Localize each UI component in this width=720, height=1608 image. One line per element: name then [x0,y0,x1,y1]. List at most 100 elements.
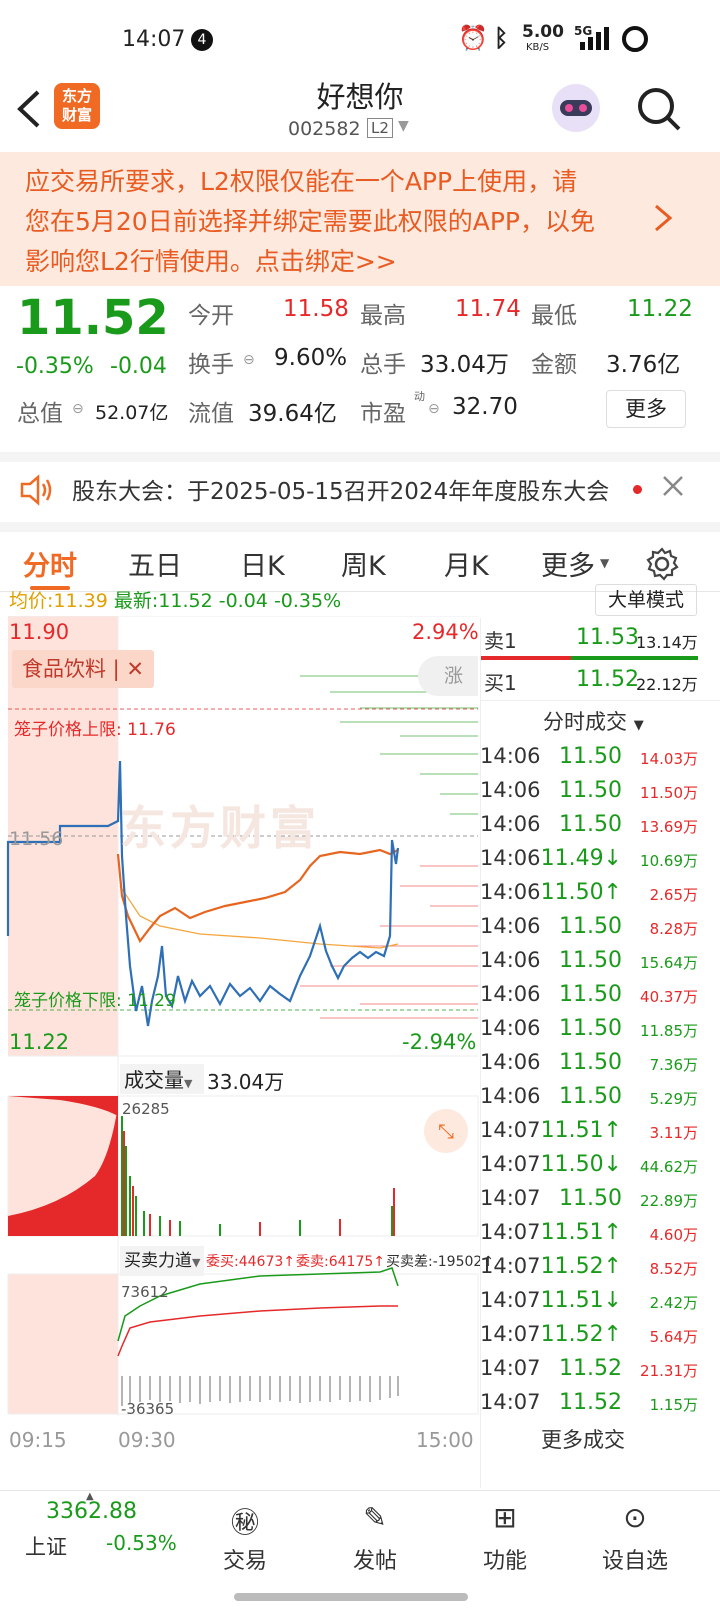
index-change[interactable]: -0.53% [106,1531,177,1555]
stock-name: 好想你 [316,80,404,114]
nav-functions[interactable]: ⊞ 功能 [450,1501,560,1575]
nav-label: 交易 [222,1549,267,1574]
notice-bar[interactable]: 股东大会：于2025-05-15召开2024年年度股东大会 [0,452,720,522]
latest-label: 最新: [113,590,159,612]
quote-panel: 11.52 -0.35% -0.04 今开 11.58 最高 11.74 最低 … [0,290,720,450]
tab-more[interactable]: 更多 [541,544,595,583]
sector-tag[interactable]: 食品饮料 | ✕ [12,650,155,688]
expand-icon[interactable]: ⤡ [424,1109,468,1153]
tick-time: 14:07 [480,1390,541,1414]
force-diff-text: 买卖差:-19502 [386,1254,483,1270]
l2-binding-banner[interactable]: 应交易所要求，L2权限仅能在一个APP上使用，请 您在5月20日前选择并绑定需要… [0,152,720,286]
info-icon[interactable]: ⊖ [72,401,84,417]
tick-time: 14:07 [480,1254,541,1278]
search-icon[interactable] [636,86,682,132]
force-buy-text: 委买:44673 [206,1254,284,1270]
tick-row: 14:06 11.50 8.28万 [480,914,700,948]
stock-code: 002582 [288,118,361,140]
limit-tab[interactable]: 涨 [418,656,478,696]
amount-label: 金额 [531,352,577,378]
level-badge: L2 [367,118,393,138]
nav-trade[interactable]: ㊙ 交易 [190,1501,300,1575]
y-axis-mid: 11.56 [9,828,64,850]
edit-icon: ✎ [363,1501,387,1534]
tab-weekly-k[interactable]: 周K [341,544,386,583]
tick-time: 14:06 [480,1050,541,1074]
big-order-mode-button[interactable]: 大单模式 [595,584,697,616]
tick-price: 11.52 [559,1356,622,1381]
notification-badge: 4 [191,29,213,51]
avg-value: 11.39 [53,590,108,612]
tick-price: 11.51↑ [540,1220,622,1245]
latest-change: -0.04 [218,590,268,612]
robot-assistant-icon[interactable] [548,80,604,136]
nav-label: 功能 [482,1549,527,1574]
tick-volume: 8.52万 [649,1260,698,1278]
nav-add-watchlist[interactable]: ⊙ 设自选 [580,1501,690,1575]
index-name[interactable]: 上证 [25,1531,67,1561]
tick-row: 14:06 11.50 15.64万 [480,948,700,982]
volume-indicator-select[interactable]: 成交量▼ [120,1064,204,1094]
net-unit: KB/S [526,42,550,53]
bottom-nav: ▲ 3362.88 上证 -0.53% ㊙ 交易 ✎ 发帖 ⊞ 功能 ⊙ 设自选 [0,1490,720,1608]
volume-total: 33.04万 [207,1070,285,1094]
info-icon[interactable]: ⊖ [243,352,255,368]
sell1-volume: 13.14万 [636,633,698,652]
tick-row: 14:07 11.52 21.31万 [480,1356,700,1390]
tick-row: 14:06 11.50 7.36万 [480,1050,700,1084]
tick-row: 14:06 11.50↑ 2.65万 [480,880,700,914]
low-label: 最低 [531,303,577,329]
tick-row: 14:07 11.51↑ 3.11万 [480,1118,700,1152]
sell1-label: 卖1 [484,629,517,653]
tick-price: 11.51↑ [540,1118,622,1143]
tick-volume: 14.03万 [640,750,698,768]
ratio-bar-green [571,656,698,660]
tick-volume: 2.65万 [649,886,698,904]
tick-time: 14:06 [480,778,541,802]
more-dots-icon: ⊙ [623,1501,647,1534]
y-axis-high: 11.90 [9,620,70,644]
tick-time: 14:06 [480,982,541,1006]
speaker-icon [20,474,52,506]
tick-price: 11.49↓ [540,846,622,871]
more-ticks-button[interactable]: 更多成交 [541,1424,625,1454]
info-icon[interactable]: ⊖ [428,401,440,417]
close-icon[interactable] [661,474,685,498]
tick-row: 14:06 11.50 14.03万 [480,744,700,778]
nav-post[interactable]: ✎ 发帖 [320,1501,430,1575]
force-indicator-select[interactable]: 买卖力道▼ [120,1246,204,1276]
tick-row: 14:06 11.49↓ 10.69万 [480,846,700,880]
tick-volume: 5.64万 [649,1328,698,1346]
net-speed: 5.00 [522,22,564,42]
force-buy: 委买:44673↑ [206,1254,295,1270]
tab-monthly-k[interactable]: 月K [444,544,489,583]
tab-daily-k[interactable]: 日K [240,544,285,583]
force-min: -36365 [121,1400,175,1418]
tick-time: 14:07 [480,1220,541,1244]
turnover-label: 换手 [188,352,234,378]
tab-five-day[interactable]: 五日 [128,544,182,583]
sell1-price: 11.53 [576,625,639,650]
tab-intraday[interactable]: 分时 [23,544,77,583]
dropdown-icon[interactable]: ▼ [398,118,409,134]
more-button[interactable]: 更多 [606,390,686,428]
gear-icon[interactable] [644,546,680,582]
mktcap-label: 总值 [17,401,63,427]
buy1-volume: 22.12万 [636,675,698,694]
home-indicator[interactable] [234,1593,468,1601]
tick-row: 14:06 11.50 40.37万 [480,982,700,1016]
ticks-header[interactable]: 分时成交 ▼ [543,706,644,736]
tick-time: 14:06 [480,846,541,870]
tick-price: 11.51↓ [540,1288,622,1313]
tick-price: 11.50 [559,812,622,837]
tick-volume: 40.37万 [640,988,698,1006]
buy1-price: 11.52 [576,667,639,692]
turnover-value: 9.60% [274,345,348,371]
pe-label: 市盈 [360,401,406,427]
dropdown-icon: ▼ [600,556,610,570]
index-value[interactable]: 3362.88 [46,1499,137,1524]
tick-volume: 1.15万 [649,1396,698,1414]
battery-icon [622,26,648,52]
tick-row: 14:07 11.50 22.89万 [480,1186,700,1220]
tick-time: 14:07 [480,1118,541,1142]
